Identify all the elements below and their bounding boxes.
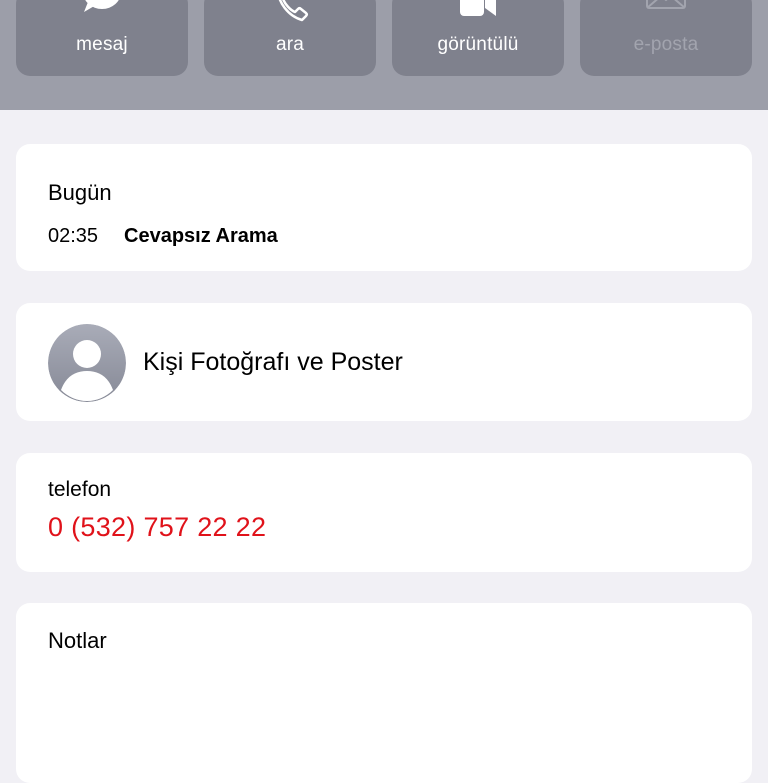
video-call-button[interactable]: görüntülü [392, 0, 564, 76]
contact-photo-label: Kişi Fotoğrafı ve Poster [143, 348, 403, 376]
video-camera-icon [456, 0, 500, 24]
phone-card: telefon 0 (532) 757 22 22 [16, 453, 752, 572]
contact-photo-card[interactable]: Kişi Fotoğrafı ve Poster [16, 303, 752, 421]
recent-calls-card: Bugün 02:35 Cevapsız Arama [16, 144, 752, 271]
phone-number-link[interactable]: 0 (532) 757 22 22 [48, 512, 266, 543]
message-bubble-icon [80, 0, 124, 24]
envelope-icon [644, 0, 688, 24]
email-button[interactable]: e-posta [580, 0, 752, 76]
message-button[interactable]: mesaj [16, 0, 188, 76]
call-button[interactable]: ara [204, 0, 376, 76]
call-type: Cevapsız Arama [124, 225, 278, 247]
phone-icon [268, 0, 312, 24]
person-avatar-icon [48, 324, 126, 402]
call-button-label: ara [275, 34, 305, 55]
notes-card[interactable]: Notlar [16, 603, 752, 783]
message-button-label: mesaj [76, 34, 128, 55]
email-button-label: e-posta [633, 34, 699, 55]
action-bar: mesaj ara görüntülü e-posta [0, 0, 768, 110]
video-call-button-label: görüntülü [437, 34, 519, 55]
call-time: 02:35 [48, 225, 99, 247]
recents-date-heading: Bugün [48, 180, 112, 205]
notes-label: Notlar [48, 628, 107, 653]
phone-field-label: telefon [48, 478, 112, 501]
